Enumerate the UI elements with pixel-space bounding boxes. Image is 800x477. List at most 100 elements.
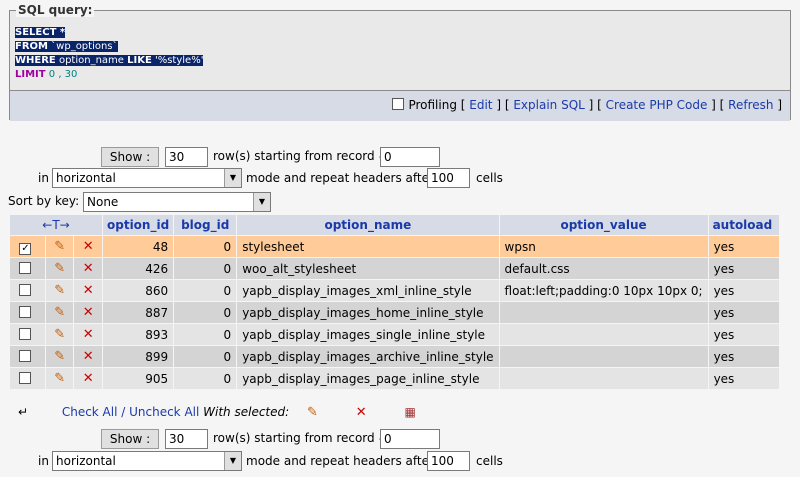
header-option-name[interactable]: option_name [237,215,499,235]
pencil-icon[interactable]: ✎ [54,327,65,342]
cell-option-id: 887 [103,302,174,323]
cell-option-value [499,368,708,389]
pencil-icon[interactable]: ✎ [54,349,65,364]
sql-kw-from: FROM [15,41,48,52]
sql-query-legend: SQL query: [16,3,95,17]
cell-blog-id: 0 [174,236,237,257]
sql-like-string: '%style%' [151,55,204,66]
delete-icon[interactable]: ✕ [83,371,94,386]
delete-icon[interactable]: ✕ [83,305,94,320]
delete-icon[interactable]: ✕ [356,405,367,420]
cell-option-name: yapb_display_images_home_inline_style [237,302,499,323]
sql-actions-bar: Profiling [ Edit ] [ Explain SQL ] [ Cre… [10,90,790,121]
cell-option-id: 426 [103,258,174,279]
cell-option-id: 893 [103,324,174,345]
table-row[interactable]: ✎ ✕ 905 0 yapb_display_images_page_inlin… [10,368,779,389]
header-autoload[interactable]: autoload [708,215,779,235]
table-row[interactable]: ✎ ✕ 893 0 yapb_display_images_single_inl… [10,324,779,345]
create-php-code-link[interactable]: Create PHP Code [606,98,708,112]
chevron-down-icon: ▼ [253,193,270,211]
cells-text-bottom: cells [476,454,503,468]
mode-text-bottom: mode and repeat headers after [246,454,434,468]
cells-text-top: cells [476,171,503,185]
sql-query-box: SQL query: SELECT * FROM `wp_options` WH… [9,3,791,121]
repeat-headers-input-bottom[interactable]: 100 [427,451,470,471]
row-checkbox[interactable] [19,242,32,255]
table-row[interactable]: ✎ ✕ 426 0 woo_alt_stylesheet default.css… [10,258,779,279]
display-mode-select-top[interactable]: horizontal ▼ [52,168,242,188]
sql-query-text: SELECT * FROM `wp_options` WHERE option_… [15,26,204,82]
row-checkbox[interactable] [19,371,32,384]
table-row[interactable]: ✎ ✕ 48 0 stylesheet wpsn yes [10,236,779,257]
header-option-value[interactable]: option_value [499,215,708,235]
cell-autoload: yes [708,236,779,257]
cell-autoload: yes [708,258,779,279]
rows-input-top[interactable]: 30 [165,147,208,167]
delete-icon[interactable]: ✕ [83,261,94,276]
pencil-icon[interactable]: ✎ [54,283,65,298]
cell-option-value: wpsn [499,236,708,257]
sql-table-name: `wp_options` [47,41,118,52]
delete-icon[interactable]: ✕ [83,327,94,342]
pencil-icon[interactable]: ✎ [54,261,65,276]
edit-link[interactable]: Edit [469,98,492,112]
header-option-id[interactable]: option_id [103,215,174,235]
cell-option-id: 860 [103,280,174,301]
header-blog-id[interactable]: blog_id [174,215,237,235]
refresh-link[interactable]: Refresh [728,98,773,112]
pencil-icon[interactable]: ✎ [307,405,318,420]
with-selected-bar: ↵ Check All / Uncheck All With selected:… [18,405,416,420]
delete-icon[interactable]: ✕ [83,239,94,254]
results-table: ←T→ option_id blog_id option_name option… [9,214,780,390]
show-button-bottom[interactable]: Show : [101,429,159,449]
row-checkbox[interactable] [19,283,32,296]
start-record-input-bottom[interactable]: 0 [380,429,440,449]
table-row[interactable]: ✎ ✕ 899 0 yapb_display_images_archive_in… [10,346,779,367]
row-checkbox[interactable] [19,349,32,362]
sort-by-key-select[interactable]: None ▼ [83,192,271,212]
display-mode-value-top: horizontal [56,171,116,185]
check-all-link[interactable]: Check All [62,405,118,419]
pencil-icon[interactable]: ✎ [54,305,65,320]
cell-option-id: 899 [103,346,174,367]
repeat-headers-input-top[interactable]: 100 [427,168,470,188]
row-checkbox[interactable] [19,261,32,274]
sql-kw-where: WHERE [15,55,56,66]
rows-input-bottom[interactable]: 30 [165,429,208,449]
cell-option-name: stylesheet [237,236,499,257]
in-text-top: in [38,171,49,185]
pencil-icon[interactable]: ✎ [54,371,65,386]
mode-text-top: mode and repeat headers after [246,171,434,185]
table-row[interactable]: ✎ ✕ 887 0 yapb_display_images_home_inlin… [10,302,779,323]
table-row[interactable]: ✎ ✕ 860 0 yapb_display_images_xml_inline… [10,280,779,301]
uncheck-all-link[interactable]: Uncheck All [129,405,199,419]
show-button-top[interactable]: Show : [101,147,159,167]
with-selected-label: With selected: [203,405,290,419]
cell-option-name: yapb_display_images_single_inline_style [237,324,499,345]
delete-icon[interactable]: ✕ [83,283,94,298]
column-nav-arrows[interactable]: ←T→ [10,215,102,235]
cell-autoload: yes [708,324,779,345]
pencil-icon[interactable]: ✎ [54,239,65,254]
explain-sql-link[interactable]: Explain SQL [513,98,585,112]
table-header-row: ←T→ option_id blog_id option_name option… [10,215,779,235]
export-icon[interactable]: ▦ [404,405,415,419]
rows-text-top: row(s) starting from record # [213,149,389,163]
profiling-checkbox[interactable] [392,98,405,110]
profiling-label: Profiling [408,98,457,112]
cell-option-name: yapb_display_images_xml_inline_style [237,280,499,301]
cell-option-value: float:left;padding:0 10px 10px 0; [499,280,708,301]
row-checkbox[interactable] [19,305,32,318]
cell-blog-id: 0 [174,346,237,367]
cell-option-value: default.css [499,258,708,279]
cell-option-value [499,324,708,345]
start-record-input-top[interactable]: 0 [380,147,440,167]
display-mode-select-bottom[interactable]: horizontal ▼ [52,451,242,471]
delete-icon[interactable]: ✕ [83,349,94,364]
cell-blog-id: 0 [174,302,237,323]
row-checkbox[interactable] [19,327,32,340]
cell-option-value [499,302,708,323]
cell-option-id: 905 [103,368,174,389]
sort-by-key-value: None [87,195,119,209]
sort-by-key-label: Sort by key: [8,194,80,208]
